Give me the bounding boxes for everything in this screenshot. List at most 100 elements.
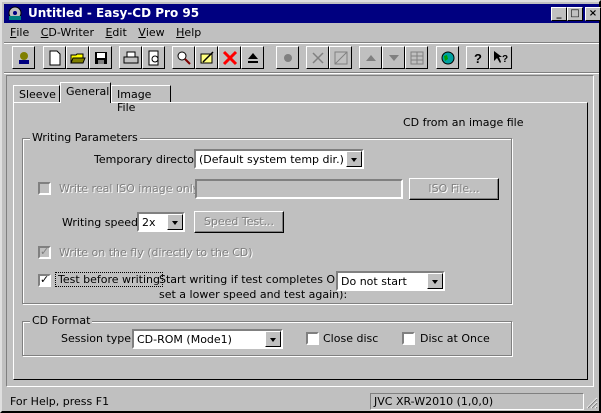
record-button[interactable] (276, 46, 299, 69)
session-type-value: CD-ROM (Mode1) (137, 333, 232, 346)
eject-icon (248, 53, 258, 63)
move-down-icon (389, 55, 399, 61)
checkmark-icon: ✓ (40, 245, 50, 258)
test-before-writing-checkbox[interactable]: ✓ (38, 273, 51, 287)
properties-icon (200, 51, 214, 64)
globe-button[interactable] (436, 46, 459, 69)
print-preview-button[interactable] (142, 46, 165, 69)
mode-label: CD from an image file (403, 116, 524, 129)
start-writing-value: Do not start (341, 275, 407, 288)
cut-icon (312, 52, 324, 64)
grid-icon (410, 51, 424, 65)
status-drive: JVC XR-W2010 (1,0,0) (370, 393, 584, 410)
open-button[interactable] (66, 46, 89, 69)
iso-path-field[interactable] (195, 179, 403, 199)
resize-grip-icon[interactable] (586, 397, 598, 409)
start-writing-text-1: Start writing if test completes OK (or (159, 273, 362, 286)
save-disk-icon (95, 52, 107, 64)
checkmark-icon: ✓ (40, 273, 50, 286)
find-icon (177, 51, 191, 65)
help-button[interactable]: ? (466, 46, 489, 69)
disc-at-once-checkbox[interactable] (402, 332, 415, 345)
app-window: Untitled - Easy-CD Pro 95 _ □ × File CD-… (0, 0, 601, 413)
writing-speed-label: Writing speed: (62, 216, 142, 229)
minimize-button[interactable]: _ (551, 7, 567, 21)
chevron-down-icon[interactable] (167, 214, 183, 230)
chevron-down-icon[interactable] (265, 331, 281, 347)
toolbar: ? ? (6, 46, 596, 72)
context-help-icon: ? (494, 51, 508, 65)
save-button[interactable] (89, 46, 112, 69)
wizard-icon (19, 52, 29, 64)
move-down-button[interactable] (382, 46, 405, 69)
help-icon: ? (474, 51, 482, 66)
disc-at-once-label: Disc at Once (420, 332, 490, 345)
print-button[interactable] (119, 46, 142, 69)
maximize-button[interactable]: □ (567, 7, 583, 21)
on-the-fly-label: Write on the fly (directly to the CD) (59, 246, 253, 259)
delete-icon (222, 50, 238, 66)
toolbar-separator (4, 72, 599, 74)
close-disc-label: Close disc (323, 332, 379, 345)
tab-sleeve[interactable]: Sleeve (13, 85, 60, 103)
print-icon (123, 51, 139, 64)
window-title: Untitled - Easy-CD Pro 95 (28, 6, 200, 20)
status-bar: For Help, press F1 JVC XR-W2010 (1,0,0) (4, 391, 599, 411)
start-writing-text-2: set a lower speed and test again): (159, 288, 348, 301)
menu-edit[interactable]: Edit (101, 24, 130, 41)
menu-file[interactable]: File (6, 24, 33, 41)
context-help-button[interactable]: ? (489, 46, 512, 69)
new-button[interactable] (43, 46, 66, 69)
writing-parameters-label: Writing Parameters (30, 131, 140, 144)
title-bar[interactable]: Untitled - Easy-CD Pro 95 _ □ × (4, 4, 601, 23)
close-icon: × (588, 8, 598, 19)
menu-cd-writer[interactable]: CD-Writer (37, 24, 98, 41)
real-iso-checkbox[interactable] (38, 182, 51, 195)
tab-general[interactable]: General (60, 82, 111, 103)
find-button[interactable] (172, 46, 195, 69)
close-disc-checkbox[interactable] (306, 332, 319, 345)
cd-format-label: CD Format (30, 314, 93, 327)
minimize-icon: _ (556, 8, 562, 19)
tab-image-file[interactable]: Image File (111, 85, 171, 114)
svg-text:?: ? (502, 54, 508, 65)
on-the-fly-checkbox[interactable]: ✓ (38, 245, 51, 259)
start-writing-combo[interactable]: Do not start (336, 271, 445, 291)
maximize-icon: □ (570, 8, 580, 19)
grid-button[interactable] (405, 46, 428, 69)
iso-file-button[interactable]: ISO File... (409, 178, 499, 200)
speed-test-button[interactable]: Speed Test... (194, 211, 284, 233)
temp-dir-combo[interactable]: (Default system temp dir.) (194, 149, 364, 169)
chevron-down-icon[interactable] (427, 273, 443, 289)
menu-separator (4, 42, 599, 44)
move-up-icon (366, 55, 376, 61)
delete-button[interactable] (218, 46, 241, 69)
active-tab-join (61, 101, 110, 103)
globe-icon (441, 51, 455, 65)
chevron-down-icon[interactable] (346, 151, 362, 167)
svg-text:?: ? (474, 51, 482, 66)
move-up-button[interactable] (359, 46, 382, 69)
app-icon[interactable] (7, 6, 23, 21)
writing-speed-value: 2x (142, 216, 156, 229)
close-button[interactable]: × (585, 7, 601, 21)
temp-dir-label: Temporary directory: (94, 153, 208, 166)
writing-speed-combo[interactable]: 2x (137, 212, 185, 232)
properties-button[interactable] (195, 46, 218, 69)
eject-button[interactable] (241, 46, 264, 69)
copy-button[interactable] (329, 46, 352, 69)
menu-view[interactable]: View (134, 24, 168, 41)
menu-help[interactable]: Help (172, 24, 205, 41)
open-folder-icon (70, 53, 86, 64)
print-preview-icon (148, 50, 159, 66)
new-file-icon (49, 50, 61, 66)
record-icon (284, 54, 292, 62)
cut-button[interactable] (306, 46, 329, 69)
status-help: For Help, press F1 (10, 395, 110, 408)
wizard-button[interactable] (12, 46, 35, 69)
session-type-label: Session type: (61, 332, 135, 345)
copy-icon (334, 51, 348, 65)
session-type-combo[interactable]: CD-ROM (Mode1) (132, 329, 283, 349)
test-before-writing-label[interactable]: Test before writing (55, 272, 163, 287)
real-iso-label: Write real ISO image only to (59, 182, 214, 195)
